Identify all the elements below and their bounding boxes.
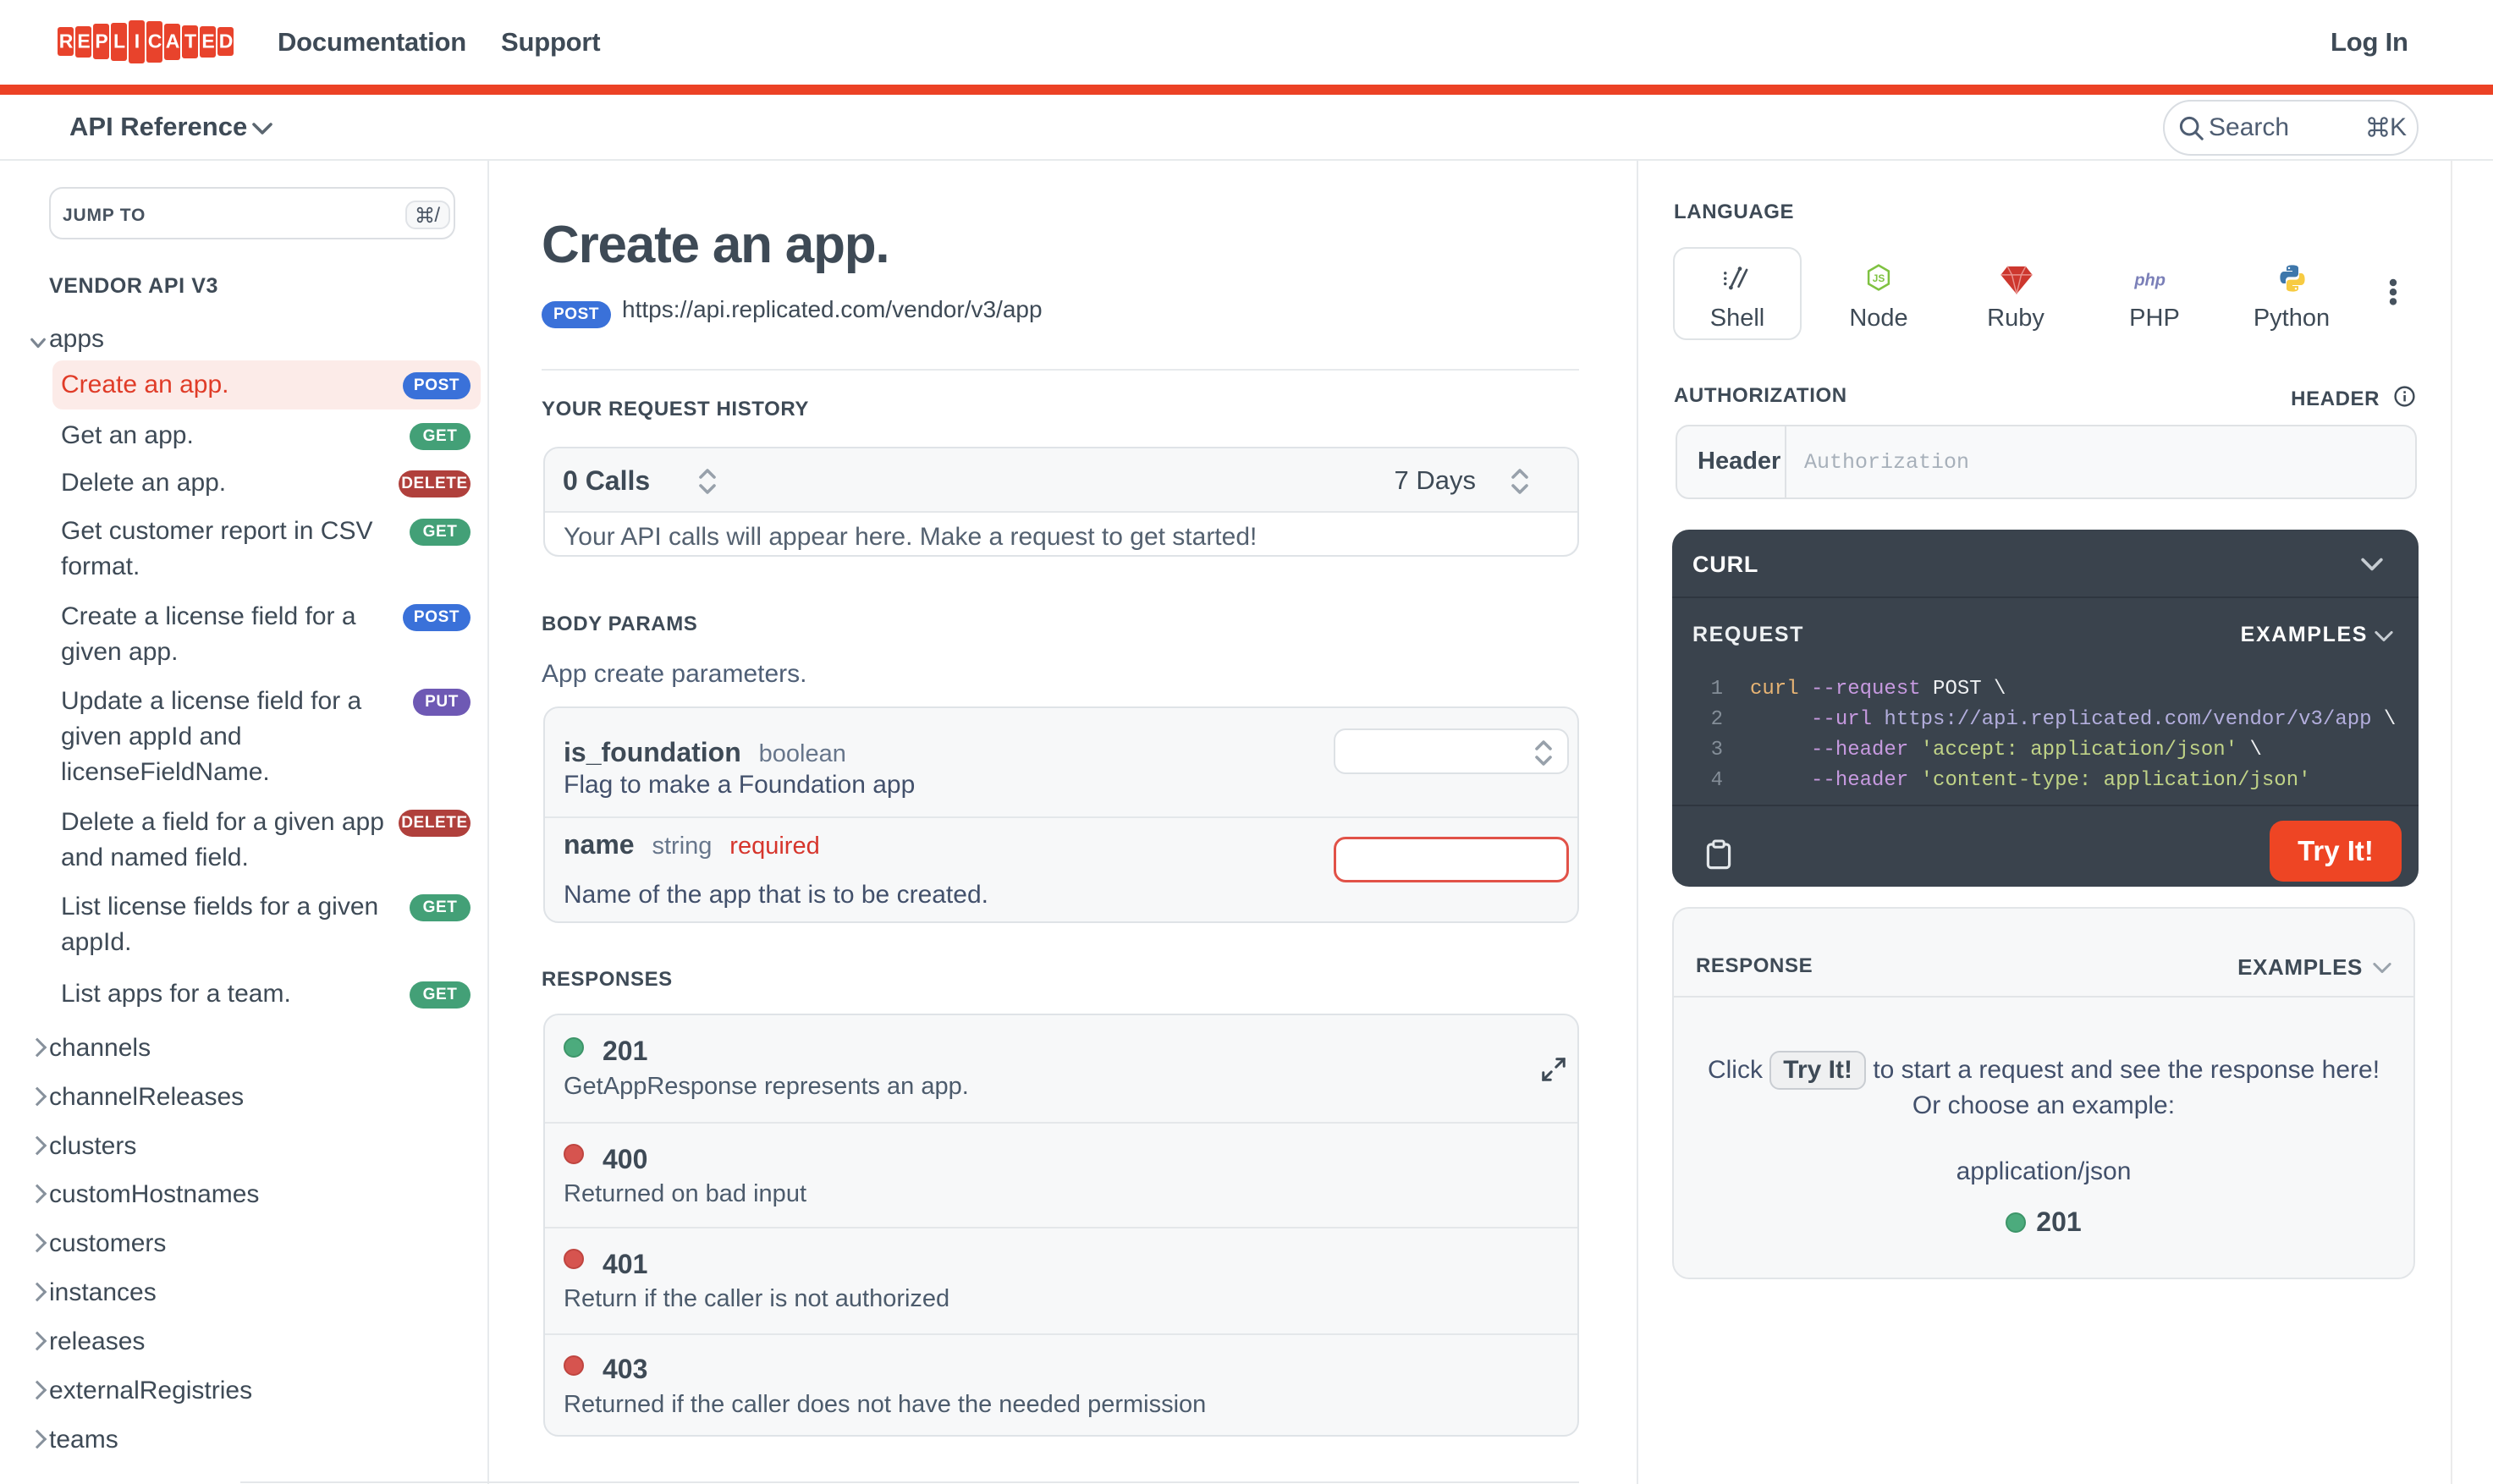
svg-text:php: php [2134,272,2166,290]
svg-text:JS: JS [1873,272,1885,284]
